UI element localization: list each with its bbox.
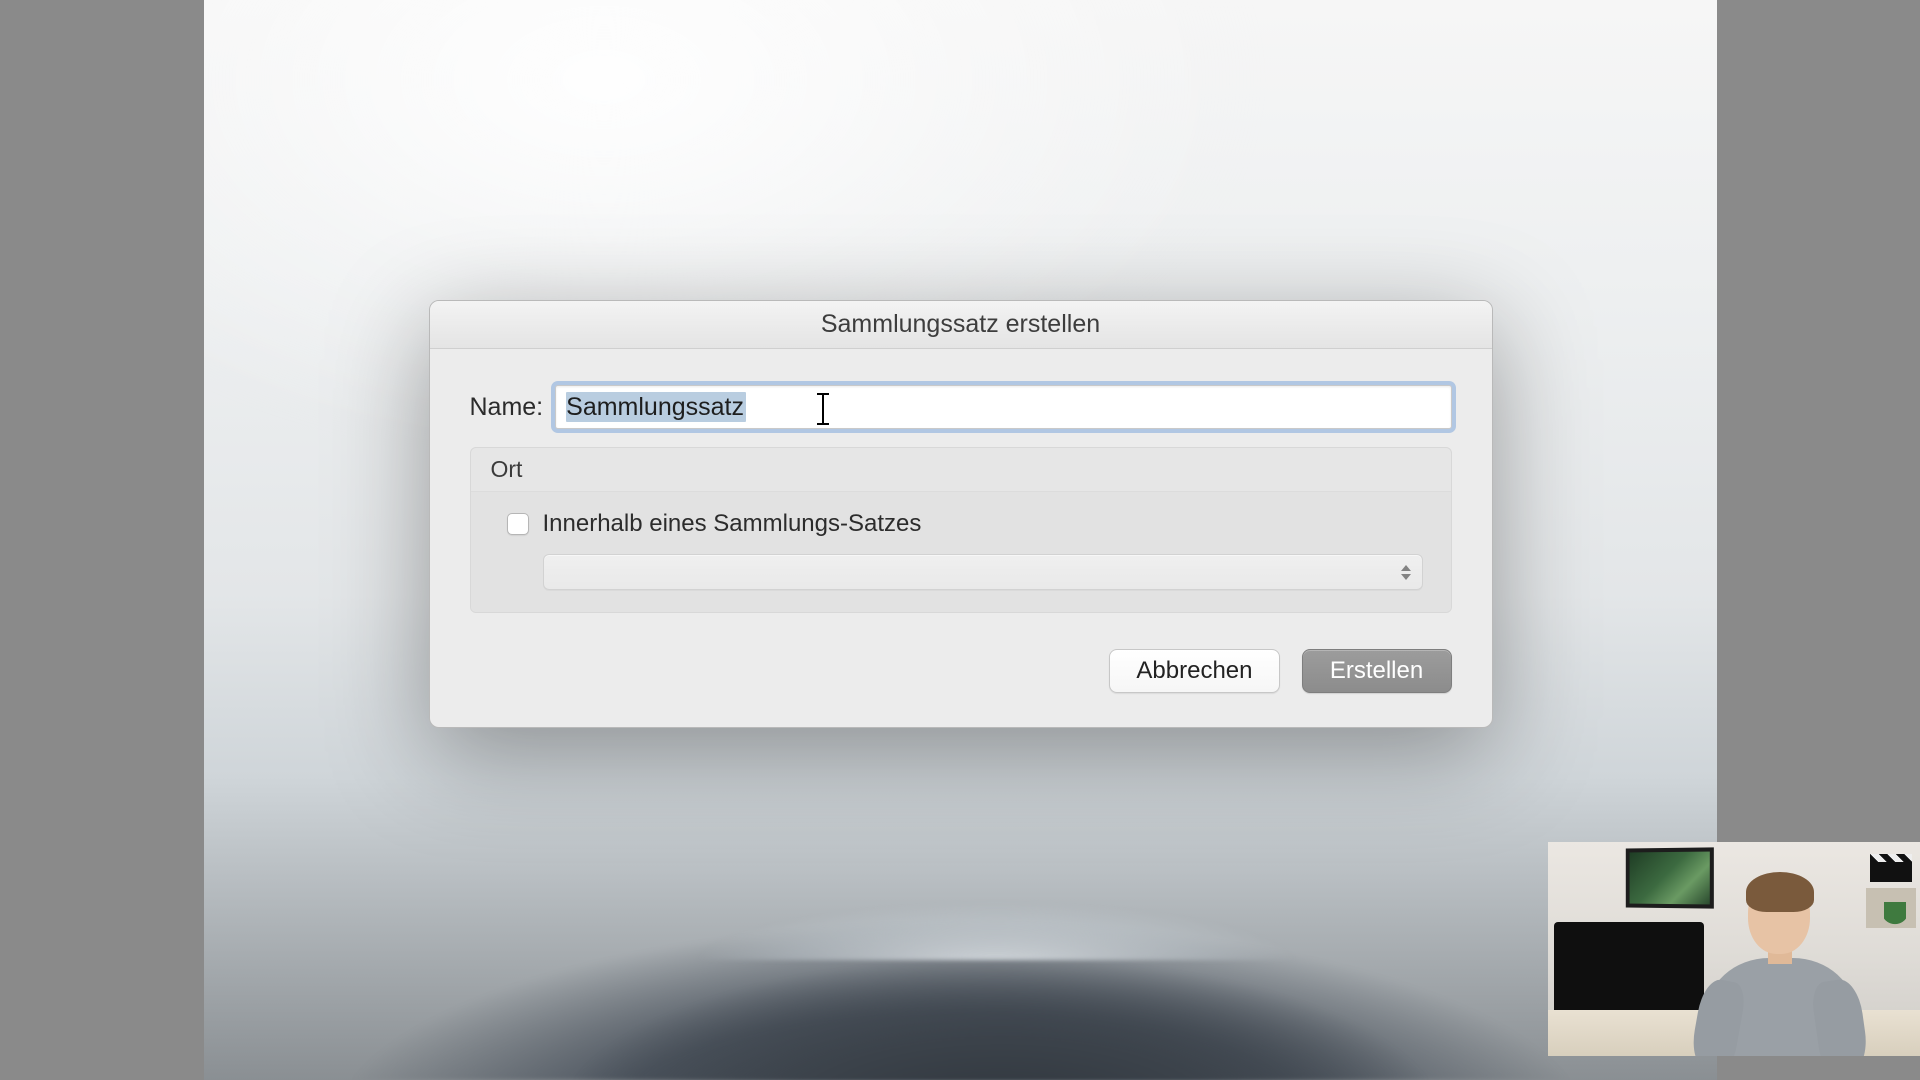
- cancel-button[interactable]: Abbrechen: [1109, 649, 1279, 693]
- parent-collection-select[interactable]: [543, 554, 1423, 590]
- dialog-title: Sammlungssatz erstellen: [821, 310, 1100, 339]
- location-groupbox: Ort Innerhalb eines Sammlungs-Satzes: [470, 447, 1452, 613]
- create-button-label: Erstellen: [1330, 657, 1423, 685]
- parent-collection-select-container: [543, 554, 1423, 590]
- location-group-label: Ort: [471, 448, 1451, 491]
- dialog-titlebar: Sammlungssatz erstellen: [430, 301, 1492, 349]
- inside-collection-set-checkbox[interactable]: [507, 513, 529, 535]
- dialog-body: Name: Sammlungssatz Sammlungssatz: [430, 349, 1492, 649]
- screen: Sammlungssatz erstellen Name: Sammlungss…: [0, 0, 1920, 1080]
- webcam-overlay: [1548, 842, 1920, 1056]
- background-snowcap: [646, 890, 1346, 960]
- inside-collection-set-row: Innerhalb eines Sammlungs-Satzes: [507, 510, 1423, 538]
- dialog-window: Sammlungssatz erstellen Name: Sammlungss…: [429, 300, 1493, 728]
- name-label: Name:: [470, 393, 544, 422]
- create-collection-set-dialog: Sammlungssatz erstellen Name: Sammlungss…: [429, 300, 1493, 728]
- dialog-footer: Abbrechen Erstellen: [430, 649, 1492, 727]
- location-group-content: Innerhalb eines Sammlungs-Satzes: [471, 491, 1451, 612]
- webcam-plant: [1884, 902, 1906, 930]
- name-row: Name: Sammlungssatz Sammlungssatz: [470, 385, 1452, 429]
- name-input[interactable]: [555, 385, 1451, 429]
- webcam-presenter: [1688, 876, 1878, 1056]
- inside-collection-set-label: Innerhalb eines Sammlungs-Satzes: [543, 510, 922, 538]
- select-stepper-icon: [1396, 559, 1416, 585]
- cancel-button-label: Abbrechen: [1136, 657, 1252, 685]
- create-button[interactable]: Erstellen: [1302, 649, 1452, 693]
- desktop-background: Sammlungssatz erstellen Name: Sammlungss…: [204, 0, 1717, 1080]
- name-input-container: Sammlungssatz Sammlungssatz: [555, 385, 1451, 429]
